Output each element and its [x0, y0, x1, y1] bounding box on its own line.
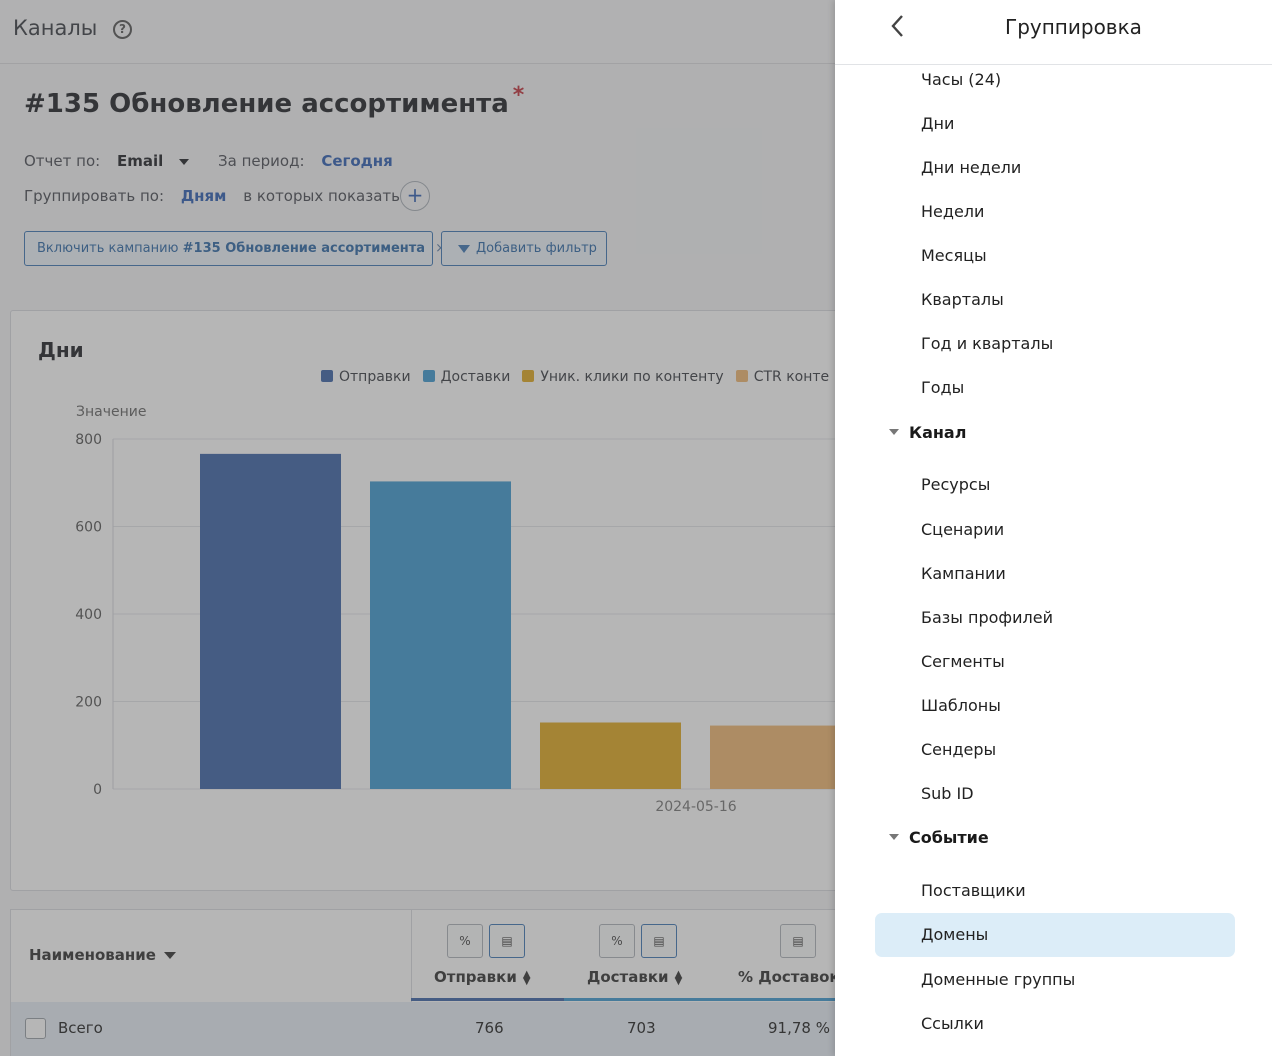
grouping-option-label: Месяцы	[921, 246, 987, 265]
group-label: Событие	[909, 828, 989, 847]
modal-backdrop[interactable]	[0, 0, 835, 1056]
grouping-option-2[interactable]: Дни	[875, 102, 1235, 146]
grouping-option-20[interactable]: Домены	[875, 913, 1235, 957]
grouping-option-label: Дни	[921, 114, 955, 133]
grouping-option-10[interactable]: Ресурсы	[875, 463, 1235, 507]
grouping-option-label: Шаблоны	[921, 696, 1001, 715]
grouping-option-label: Недели	[921, 202, 985, 221]
group-header-18[interactable]: Событие	[889, 823, 989, 853]
grouping-option-1[interactable]: Часы (24)	[875, 58, 1235, 102]
grouping-option-label: Ссылки	[921, 1014, 984, 1033]
drawer-header: Группировка	[835, 0, 1272, 65]
grouping-drawer: Группировка Часы (24) Дни Дни недели Недели…	[835, 0, 1272, 1056]
grouping-option-label: Кварталы	[921, 290, 1004, 309]
grouping-option-4[interactable]: Недели	[875, 190, 1235, 234]
grouping-option-14[interactable]: Сегменты	[875, 640, 1235, 684]
caret-down-icon	[889, 428, 899, 435]
group-label: Канал	[909, 423, 967, 442]
grouping-option-label: Год и кварталы	[921, 334, 1054, 353]
grouping-option-label: Дни недели	[921, 158, 1022, 177]
grouping-option-label: Домены	[921, 925, 989, 944]
grouping-option-label: Поставщики	[921, 881, 1026, 900]
grouping-option-17[interactable]: Sub ID	[875, 772, 1235, 816]
grouping-option-13[interactable]: Базы профилей	[875, 596, 1235, 640]
drawer-title: Группировка	[1005, 15, 1142, 39]
grouping-option-19[interactable]: Поставщики	[875, 869, 1235, 913]
grouping-option-16[interactable]: Сендеры	[875, 728, 1235, 772]
grouping-option-label: Часы (24)	[921, 70, 1002, 89]
grouping-option-21[interactable]: Доменные группы	[875, 958, 1235, 1002]
grouping-option-label: Годы	[921, 378, 965, 397]
back-arrow-icon[interactable]	[887, 14, 911, 38]
grouping-option-15[interactable]: Шаблоны	[875, 684, 1235, 728]
grouping-option-label: Сценарии	[921, 520, 1005, 539]
grouping-option-6[interactable]: Кварталы	[875, 278, 1235, 322]
grouping-option-12[interactable]: Кампании	[875, 552, 1235, 596]
grouping-option-7[interactable]: Год и кварталы	[875, 322, 1235, 366]
grouping-option-8[interactable]: Годы	[875, 366, 1235, 410]
grouping-option-label: Кампании	[921, 564, 1006, 583]
grouping-option-label: Сендеры	[921, 740, 997, 759]
grouping-option-11[interactable]: Сценарии	[875, 508, 1235, 552]
grouping-option-label: Доменные группы	[921, 970, 1076, 989]
grouping-option-label: Сегменты	[921, 652, 1005, 671]
grouping-option-label: Ресурсы	[921, 475, 991, 494]
grouping-option-3[interactable]: Дни недели	[875, 146, 1235, 190]
group-header-9[interactable]: Канал	[889, 418, 966, 448]
grouping-option-label: Базы профилей	[921, 608, 1053, 627]
caret-down-icon	[889, 833, 899, 840]
grouping-option-5[interactable]: Месяцы	[875, 234, 1235, 278]
grouping-option-label: Sub ID	[921, 784, 974, 803]
grouping-option-22[interactable]: Ссылки	[875, 1002, 1235, 1046]
